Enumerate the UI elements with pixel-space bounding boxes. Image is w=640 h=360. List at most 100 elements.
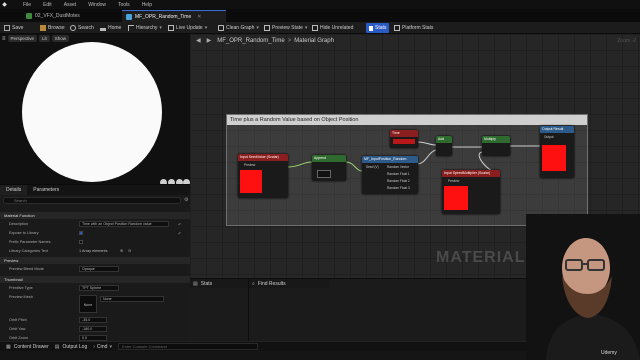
tab-details[interactable]: Details: [0, 185, 28, 195]
chevron-down-icon: ▾: [109, 343, 112, 350]
tab-stats[interactable]: ▤ Stats: [190, 279, 248, 288]
node-input-speedmultiplier[interactable]: Input SpeedMultiplier (Scalar) Preview: [442, 170, 500, 214]
search-button[interactable]: Search: [70, 23, 94, 33]
perspective-button[interactable]: Perspective: [7, 35, 38, 42]
chevron-down-icon: ▾: [204, 25, 208, 31]
menu-help[interactable]: Help: [142, 2, 152, 8]
console-command-input[interactable]: Enter Console Command: [117, 343, 258, 350]
search-icon: ⌕: [252, 280, 255, 287]
close-icon[interactable]: ✕: [197, 14, 201, 20]
details-search-input[interactable]: Search: [3, 197, 181, 204]
chevron-down-icon: ▾: [304, 25, 308, 31]
pin-random-vector[interactable]: Random Vector: [387, 165, 409, 169]
unreal-logo-icon[interactable]: ◆: [0, 0, 9, 9]
node-title: Output Result: [540, 126, 574, 133]
content-drawer-icon: ▦: [6, 343, 11, 350]
details-tabs: Details Parameters: [0, 185, 190, 195]
search-icon: [70, 25, 76, 31]
clean-graph-button[interactable]: Clean Graph ▾: [218, 23, 259, 33]
instructor-webcam: [526, 214, 640, 360]
node-title: Input SpeedMultiplier (Scalar): [442, 170, 500, 177]
node-random-function[interactable]: MF_InputPosition_Random Seed (V) Random …: [362, 156, 418, 194]
speed-preview-swatch: [444, 186, 468, 210]
node-time[interactable]: Time: [390, 130, 418, 148]
viewport-toolbar: ≡ Perspective Lit Show: [0, 34, 190, 43]
pin-random-float-2[interactable]: Random Float 2: [387, 179, 410, 183]
output-log-button[interactable]: ▤ Output Log: [55, 344, 87, 350]
section-material-function[interactable]: Material Function: [0, 212, 190, 219]
orbit-yaw-field[interactable]: -180.0: [79, 326, 107, 332]
menu-window[interactable]: Window: [88, 2, 106, 8]
tab-material-function[interactable]: MF_OPR_Random_Time ✕: [122, 10, 226, 22]
expose-to-library-checkbox[interactable]: [79, 231, 83, 235]
live-update-button[interactable]: Live Update ▾: [168, 23, 207, 33]
save-button[interactable]: Save: [4, 23, 23, 33]
orbit-pitch-field[interactable]: -35.0: [79, 317, 107, 323]
prefix-parameter-names-checkbox[interactable]: [79, 240, 83, 244]
save-icon: [4, 25, 10, 31]
udemy-watermark: Udemy: [601, 350, 617, 356]
menu-tools[interactable]: Tools: [118, 2, 130, 8]
settings-gear-icon[interactable]: ⚙: [184, 197, 188, 203]
delete-icon[interactable]: ⊖: [128, 248, 131, 253]
clean-graph-icon: [218, 25, 224, 31]
reset-icon[interactable]: ↶: [178, 231, 183, 236]
pin-random-float-3[interactable]: Random Float 3: [387, 186, 410, 190]
row-orbit-pitch: Orbit Pitch -35.0: [0, 316, 190, 324]
folder-icon: [40, 25, 46, 31]
preview-mesh-select[interactable]: None: [100, 296, 164, 302]
tab-dustmotes[interactable]: 02_VFX_DustMotes: [22, 10, 122, 22]
preview-state-button[interactable]: Preview State ▾: [264, 23, 307, 33]
tab-find-results[interactable]: ⌕ Find Results: [249, 279, 329, 288]
tab-label: MF_OPR_Random_Time: [135, 13, 192, 20]
panel-divider: [248, 279, 249, 342]
menu-file[interactable]: File: [23, 2, 31, 8]
cmd-button[interactable]: › Cmd ▾: [93, 344, 112, 350]
hierarchy-button[interactable]: Hierarchy ▾: [128, 23, 162, 33]
hide-unrelated-button[interactable]: Hide Unrelated: [312, 23, 353, 33]
preview-mesh-thumbnail[interactable]: None: [79, 295, 97, 313]
lit-button[interactable]: Lit: [39, 35, 50, 42]
node-output-result[interactable]: Output Result Output: [540, 126, 574, 178]
chevron-down-icon: ▾: [256, 25, 259, 31]
pin-seed[interactable]: Seed (V): [366, 165, 379, 169]
row-preview-mesh: Preview Mesh None None: [0, 293, 190, 315]
pin-output[interactable]: Output: [544, 135, 554, 139]
node-title: Time: [390, 130, 418, 137]
stats-icon: [369, 25, 373, 31]
browse-button[interactable]: Browse: [40, 23, 65, 33]
preview-sphere: [22, 42, 162, 182]
reset-icon[interactable]: ↶: [178, 222, 183, 227]
node-append[interactable]: Append: [312, 155, 346, 181]
section-thumbnail[interactable]: Thumbnail: [0, 276, 190, 283]
add-element-icon[interactable]: ⊕: [120, 248, 123, 253]
node-title: Input SeedValue (Scalar): [238, 154, 288, 161]
node-input-seedvalue[interactable]: Input SeedValue (Scalar) Preview: [238, 154, 288, 198]
pin-preview[interactable]: Preview: [244, 163, 255, 167]
node-multiply[interactable]: Multiply: [482, 136, 510, 156]
menu-asset[interactable]: Asset: [64, 2, 77, 8]
row-library-categories: Library Categories Text 1 Array elements…: [9, 248, 132, 253]
stats-button[interactable]: Stats: [366, 23, 390, 33]
preview-viewport[interactable]: ≡ Perspective Lit Show: [0, 34, 190, 184]
home-icon: [100, 25, 106, 31]
preview-blend-mode-select[interactable]: Opaque: [79, 266, 119, 272]
pin-random-float-1[interactable]: Random Float 1: [387, 172, 410, 176]
append-value-box: [317, 170, 331, 178]
section-preview[interactable]: Preview: [0, 257, 190, 264]
content-drawer-button[interactable]: ▦ Content Drawer: [6, 344, 49, 350]
tab-parameters[interactable]: Parameters: [27, 185, 65, 195]
menu-icon[interactable]: ≡: [2, 36, 6, 42]
platform-stats-button[interactable]: Platform Stats: [394, 23, 433, 33]
row-description: Description Time with an Object Position…: [9, 221, 183, 227]
pin-preview[interactable]: Preview: [448, 179, 459, 183]
primitive-type-select[interactable]: TPT Sphere: [79, 285, 119, 291]
material-function-icon: [126, 13, 132, 20]
node-add[interactable]: Add: [436, 136, 452, 156]
show-button[interactable]: Show: [51, 35, 70, 42]
home-button[interactable]: Home: [100, 23, 121, 33]
node-title: Append: [312, 155, 346, 162]
menu-edit[interactable]: Edit: [43, 2, 52, 8]
description-field[interactable]: Time with an Object Position Random valu…: [79, 221, 169, 227]
seed-preview-swatch: [240, 170, 262, 193]
